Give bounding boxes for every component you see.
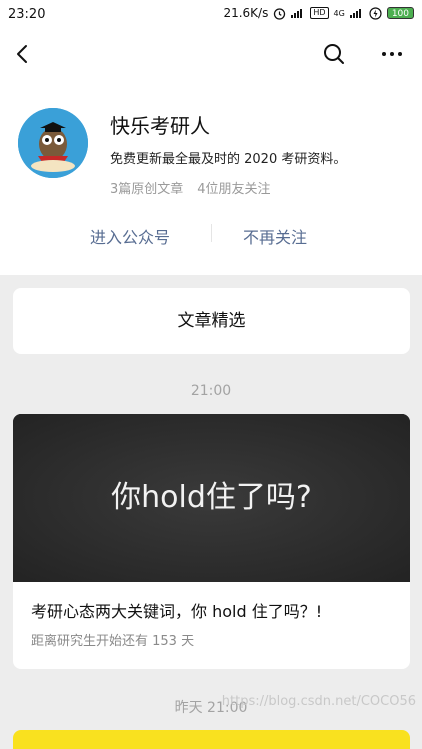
cover-text: 你hold住了吗? [111, 480, 312, 515]
article-title: 考研心态两大关键词，你 hold 住了吗？! [31, 602, 323, 621]
signal-icon-2 [349, 8, 364, 18]
signal-icon [291, 8, 305, 18]
watermark: https://blog.csdn.net/COCO56 [221, 694, 416, 709]
battery-icon: 100 [386, 7, 414, 19]
account-profile: 快乐考研人 免费更新最全最及时的 2020 考研资料。 3篇原创文章 4位朋友关注… [0, 80, 422, 275]
back-icon[interactable] [12, 42, 34, 66]
friend-count: 4位朋友关注 [197, 182, 271, 197]
alarm-icon [274, 7, 286, 20]
charging-icon [369, 6, 382, 20]
avatar[interactable] [18, 108, 88, 178]
article-count: 3篇原创文章 [110, 182, 184, 197]
more-icon[interactable] [380, 50, 404, 58]
unfollow-button[interactable]: 不再关注 [243, 224, 307, 248]
nav-bar [0, 28, 422, 80]
account-stats: 3篇原创文章 4位朋友关注 [110, 178, 271, 197]
article-card[interactable]: 你hold住了吗? 考研心态两大关键词，你 hold 住了吗？! 距离研究生开始… [13, 414, 410, 669]
article-cover: 你hold住了吗? [13, 414, 410, 582]
enter-account-button[interactable]: 进入公众号 [90, 224, 170, 248]
article-subtitle: 距离研究生开始还有 153 天 [31, 634, 195, 649]
account-name: 快乐考研人 [110, 114, 210, 138]
next-article-card[interactable] [13, 730, 410, 749]
owl-logo-icon [18, 108, 88, 178]
network-type: 4G [333, 8, 345, 18]
status-icons: 21.6K/s HD 4G 100 [223, 6, 414, 20]
net-speed: 21.6K/s [223, 6, 269, 20]
status-time: 23:20 [8, 7, 46, 22]
hd-icon: HD [310, 7, 329, 19]
featured-articles-button[interactable]: 文章精选 [13, 288, 410, 354]
search-icon[interactable] [322, 42, 346, 66]
action-divider [211, 224, 212, 242]
status-bar: 23:20 21.6K/s HD 4G 100 [0, 0, 422, 28]
message-timestamp: 21:00 [190, 383, 232, 399]
account-description: 免费更新最全最及时的 2020 考研资料。 [110, 152, 347, 167]
